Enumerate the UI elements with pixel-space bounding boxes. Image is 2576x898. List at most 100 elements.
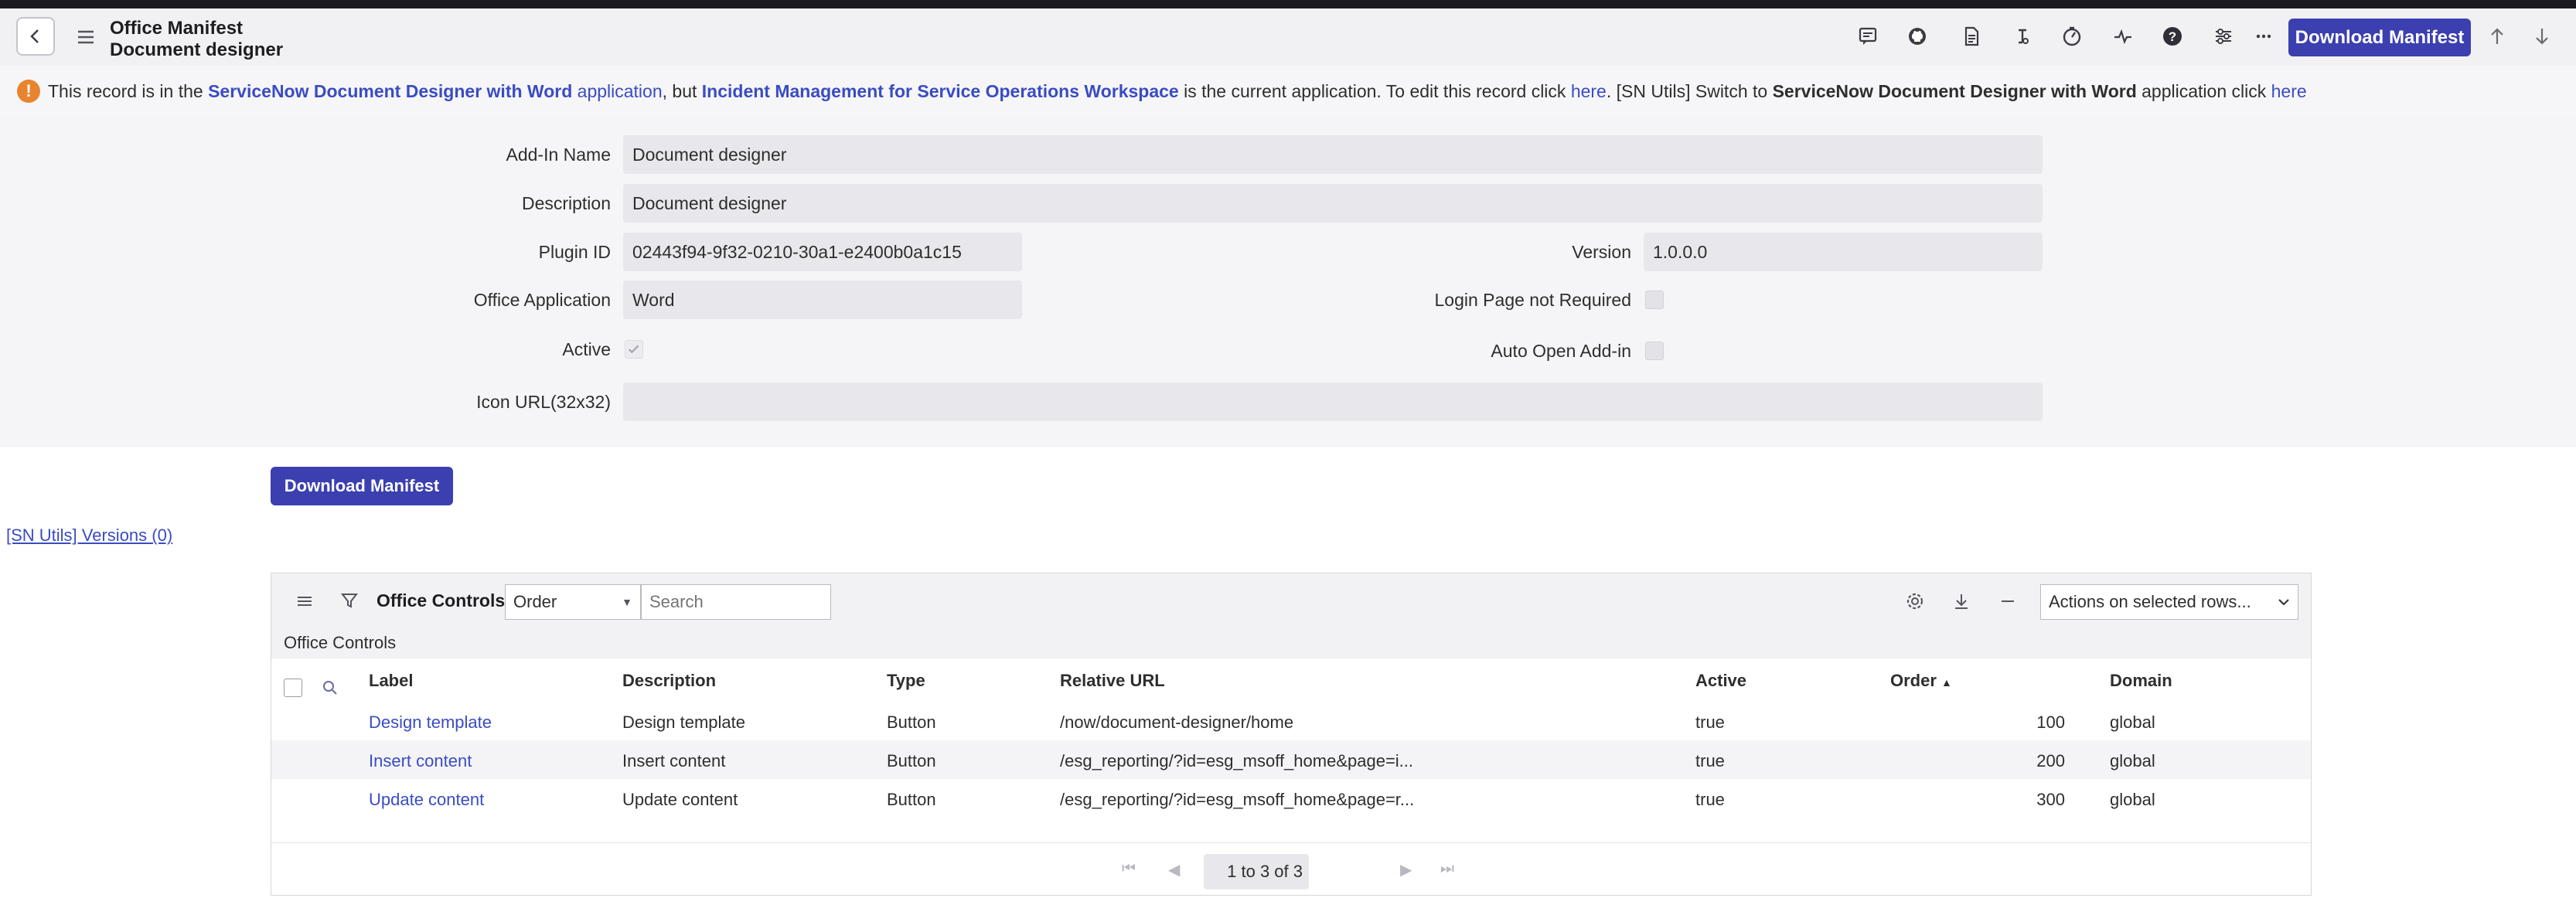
row-order: 100 [2036, 713, 2065, 732]
warning-icon: ! [17, 80, 40, 103]
actions-on-selected-rows-select[interactable]: Actions on selected rows... [2040, 584, 2298, 620]
svg-text:?: ? [2169, 29, 2176, 44]
row-active: true [1695, 790, 1725, 809]
plugin-id-label: Plugin ID [538, 242, 611, 262]
description-field[interactable]: Document designer [623, 184, 2043, 223]
row-order: 200 [2036, 751, 2065, 770]
addin-name-field[interactable]: Document designer [623, 135, 2043, 174]
icon-url-field[interactable] [623, 383, 2043, 421]
arrow-up-icon[interactable] [2483, 22, 2511, 50]
application-scope-banner: ! This record is in the ServiceNow Docum… [0, 66, 2576, 117]
attachment-icon[interactable] [2009, 22, 2036, 50]
row-domain: global [2110, 790, 2155, 809]
page-number-input[interactable]: 1 to 3 of 3 [1204, 854, 1309, 889]
download-manifest-button[interactable]: Download Manifest [2288, 19, 2471, 56]
list-menu-icon[interactable] [295, 591, 315, 611]
chevron-down-icon: ▼ [622, 596, 632, 608]
row-relative-url: /now/document-designer/home [1060, 713, 1294, 732]
search-icon[interactable] [321, 679, 339, 697]
breadcrumb-label: Office Controls [284, 633, 397, 652]
column-header-relative-url[interactable]: Relative URL [1060, 671, 1165, 691]
active-checkbox[interactable] [625, 340, 643, 359]
office-controls-related-list: Office Controls Order ▼ Actions on selec… [271, 573, 2312, 896]
office-application-label: Office Application [473, 290, 611, 310]
first-page-icon[interactable]: ⏮ [1122, 860, 1136, 878]
banner-app-word[interactable]: application [572, 81, 663, 101]
plugin-id-field[interactable]: 02443f94-9f32-0210-30a1-e2400b0a1c15 [623, 233, 1022, 271]
auto-open-addin-label: Auto Open Add-in [1491, 341, 1631, 361]
version-field[interactable]: 1.0.0.0 [1644, 233, 2043, 271]
activity-icon[interactable] [2058, 22, 2086, 50]
hamburger-icon[interactable] [74, 26, 97, 49]
row-label-link[interactable]: Insert content [369, 751, 472, 771]
table-row[interactable]: Design template Design template Button /… [271, 702, 2311, 740]
version-label: Version [1572, 242, 1631, 262]
related-list-toolbar: Office Controls Order ▼ Actions on selec… [271, 573, 2311, 628]
help-icon[interactable]: ? [2159, 22, 2186, 50]
column-header-active[interactable]: Active [1695, 671, 1746, 691]
next-page-icon[interactable]: ▶ [1400, 860, 1412, 879]
chevron-down-icon [2278, 599, 2289, 606]
banner-switch-app: ServiceNow Document Designer with Word [1772, 81, 2137, 101]
download-icon[interactable] [1951, 590, 1972, 612]
sort-field-select[interactable]: Order ▼ [505, 584, 641, 620]
pagination: ⏮ ◀ 1 to 3 of 3 ▶ ⏭ [271, 842, 2311, 896]
banner-message: This record is in the ServiceNow Documen… [48, 66, 2307, 117]
more-icon[interactable] [2250, 22, 2278, 50]
banner-text: is the current application. To edit this… [1178, 81, 1571, 101]
last-page-icon[interactable]: ⏭ [1440, 860, 1454, 878]
office-application-field[interactable]: Word [623, 281, 1022, 319]
page-number-value: 1 [1227, 862, 1237, 881]
github-icon[interactable] [1903, 22, 1931, 50]
banner-text: , but [662, 81, 702, 101]
table-row[interactable]: Update content Update content Button /es… [271, 779, 2311, 818]
filter-icon[interactable] [339, 590, 359, 611]
table-row[interactable]: Insert content Insert content Button /es… [271, 740, 2311, 779]
row-relative-url: /esg_reporting/?id=esg_msoff_home&page=i… [1060, 751, 1414, 770]
row-label-link[interactable]: Design template [369, 713, 492, 733]
row-domain: global [2110, 751, 2155, 770]
collapse-icon[interactable] [1997, 590, 2019, 612]
search-input[interactable] [641, 584, 831, 620]
banner-app-link[interactable]: ServiceNow Document Designer with Word [208, 81, 572, 101]
column-header-domain[interactable]: Domain [2110, 671, 2172, 691]
download-manifest-form-button[interactable]: Download Manifest [271, 467, 453, 505]
login-not-required-checkbox[interactable] [1645, 291, 1664, 309]
banner-current-app-link[interactable]: Incident Management for Service Operatio… [702, 81, 1179, 101]
back-button[interactable] [16, 17, 55, 56]
auto-open-addin-checkbox[interactable] [1645, 342, 1664, 360]
gear-icon[interactable] [1904, 590, 1926, 612]
settings-sliders-icon[interactable] [2210, 22, 2237, 50]
banner-text: This record is in the [48, 81, 209, 101]
row-label-link[interactable]: Update content [369, 790, 484, 810]
arrow-down-icon[interactable] [2528, 22, 2556, 50]
active-label: Active [562, 339, 611, 359]
column-header-type[interactable]: Type [887, 671, 925, 691]
record-title: Office Manifest [110, 18, 244, 39]
pulse-icon[interactable] [2109, 22, 2137, 50]
record-header: Office Manifest Document designer ? Down… [0, 9, 2576, 66]
addin-name-label: Add-In Name [506, 145, 611, 165]
banner-edit-here-link[interactable]: here [1571, 81, 1607, 101]
sort-field-value: Order [513, 592, 557, 611]
banner-text: application click [2136, 81, 2271, 101]
select-all-checkbox[interactable] [284, 679, 302, 697]
sort-ascending-icon: ▲ [1941, 676, 1952, 689]
column-header-description[interactable]: Description [622, 671, 716, 691]
row-type: Button [887, 713, 936, 732]
order-header-text: Order [1890, 671, 1937, 690]
sn-utils-versions-link[interactable]: [SN Utils] Versions (0) [6, 526, 172, 546]
row-order: 300 [2036, 790, 2065, 809]
row-type: Button [887, 751, 936, 770]
column-header-order[interactable]: Order ▲ [1890, 671, 1952, 691]
row-active: true [1695, 713, 1725, 732]
banner-switch-here-link[interactable]: here [2271, 81, 2307, 101]
row-domain: global [2110, 713, 2155, 732]
column-header-label[interactable]: Label [369, 671, 413, 691]
related-list-title: Office Controls [377, 590, 506, 611]
row-relative-url: /esg_reporting/?id=esg_msoff_home&page=r… [1060, 790, 1415, 809]
comment-icon[interactable] [1854, 22, 1882, 50]
document-icon[interactable] [1958, 22, 1985, 50]
banner-text: . [SN Utils] Switch to [1606, 81, 1773, 101]
previous-page-icon[interactable]: ◀ [1168, 860, 1180, 879]
